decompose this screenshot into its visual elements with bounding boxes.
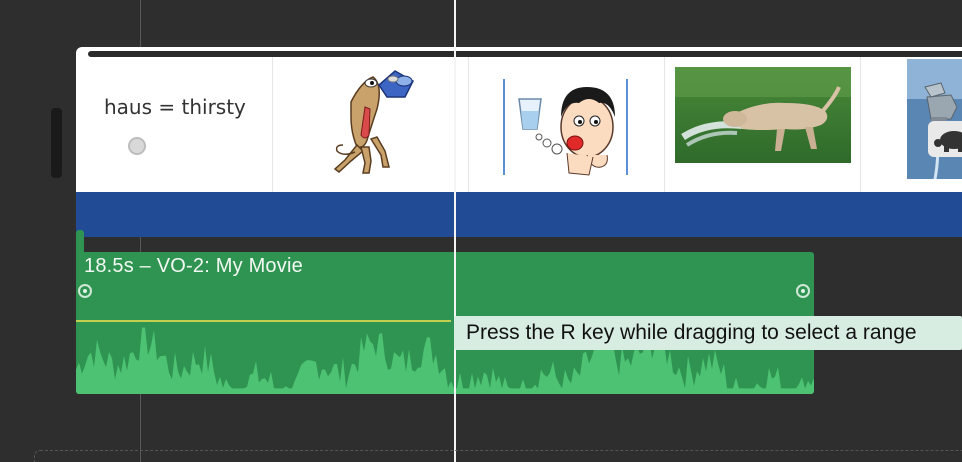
title-card-circle <box>128 137 146 155</box>
clip-color-band <box>76 192 962 237</box>
scroll-handle[interactable] <box>51 108 62 178</box>
turtle-icon <box>934 131 962 152</box>
frame-cartoon-dog <box>273 57 469 192</box>
playhead[interactable] <box>454 0 456 462</box>
frame-faucet-photo <box>861 57 962 192</box>
frame-title-card: haus = thirsty <box>76 57 273 192</box>
timeline: haus = thirsty 18.5s – VO-2: My Movie Pr… <box>0 0 962 462</box>
title-card-text: haus = thirsty <box>104 95 246 119</box>
audio-clip-title: 18.5s – VO-2: My Movie <box>84 255 303 277</box>
speed-badge[interactable] <box>928 121 962 157</box>
volume-keyframe-right[interactable] <box>796 284 810 298</box>
audio-clip-notch <box>76 230 84 254</box>
volume-keyframe-left[interactable] <box>78 284 92 298</box>
tooltip: Press the R key while dragging to select… <box>454 316 962 350</box>
dog-drinking-sprinkler-photo <box>675 67 851 163</box>
video-clip[interactable]: haus = thirsty <box>76 47 962 237</box>
cartoon-boy-thirsty-icon <box>503 79 628 176</box>
frame-dog-photo <box>665 57 861 192</box>
drop-zone <box>34 450 962 462</box>
frame-cartoon-boy <box>469 57 665 192</box>
cartoon-dog-drinking-icon <box>333 70 414 174</box>
volume-line[interactable] <box>76 320 451 322</box>
